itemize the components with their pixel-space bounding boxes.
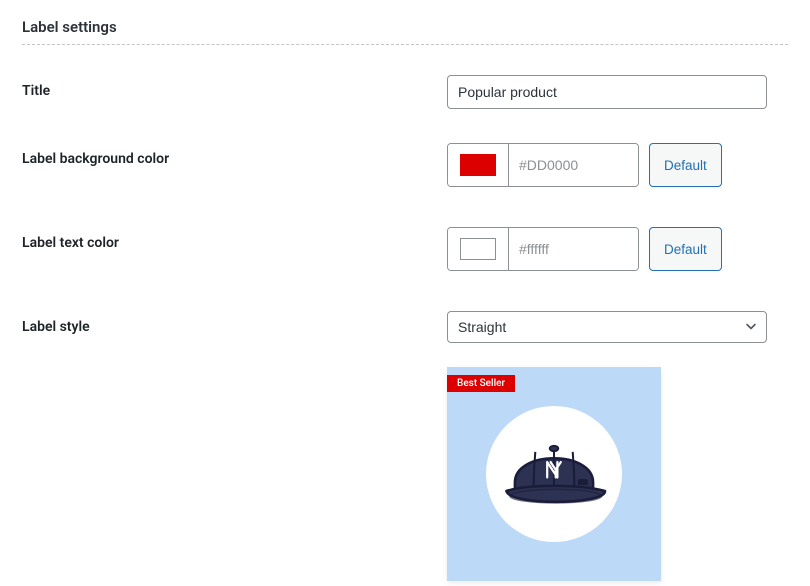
bg-color-group [447, 143, 639, 187]
preview-product-bg [486, 406, 622, 542]
section-heading: Label settings [0, 0, 810, 44]
label-title: Title [22, 75, 447, 99]
text-color-input[interactable] [508, 228, 638, 270]
bg-color-default-button[interactable]: Default [649, 143, 722, 187]
preview-badge: Best Seller [447, 375, 515, 392]
row-label-style: Label style Straight [0, 289, 810, 355]
bg-color-input[interactable] [508, 144, 638, 186]
row-bg-color: Label background color Default [0, 121, 810, 209]
label-bg-color: Label background color [22, 143, 447, 167]
separator [22, 44, 788, 45]
label-style: Label style [22, 311, 447, 335]
text-color-default-button[interactable]: Default [649, 227, 722, 271]
bg-color-swatch[interactable] [448, 144, 508, 186]
text-color-swatch-inner [460, 238, 496, 260]
label-preview: Best Seller [447, 367, 661, 581]
label-style-select[interactable]: Straight [447, 311, 767, 343]
row-title: Title [0, 63, 810, 121]
row-text-color: Label text color Default [0, 209, 810, 289]
text-color-group [447, 227, 639, 271]
cap-icon [486, 419, 622, 529]
title-input[interactable] [447, 75, 767, 109]
label-text-color: Label text color [22, 227, 447, 251]
text-color-swatch[interactable] [448, 228, 508, 270]
bg-color-swatch-inner [460, 154, 496, 176]
